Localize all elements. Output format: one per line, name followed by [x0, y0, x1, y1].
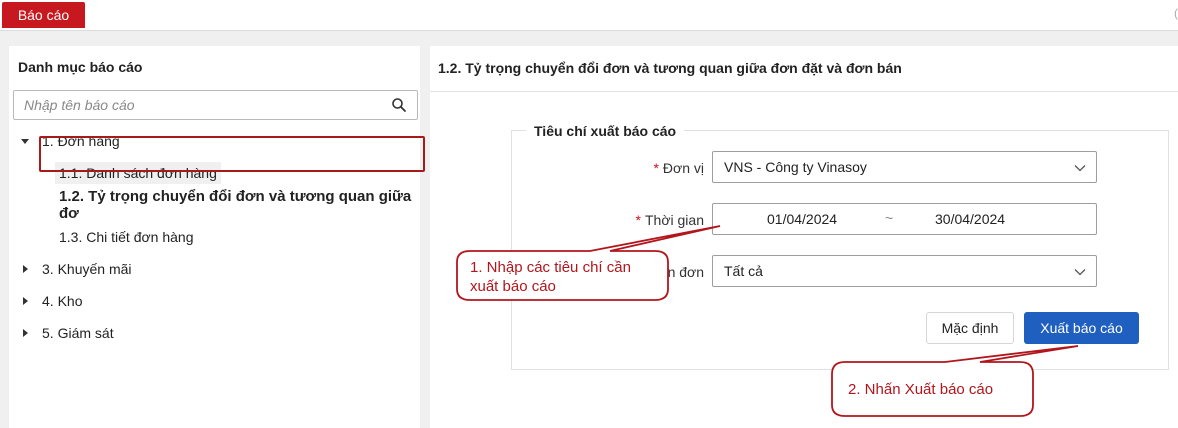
order-type-select[interactable]: Tất cả [712, 255, 1097, 287]
chevron-down-icon [1074, 269, 1086, 276]
export-report-button[interactable]: Xuất báo cáo [1024, 312, 1139, 344]
report-detail-panel: 1.2. Tỷ trọng chuyển đổi đơn và tương qu… [430, 46, 1178, 428]
default-button[interactable]: Mặc định [926, 312, 1014, 344]
report-search-input[interactable] [14, 91, 394, 119]
time-label: * Thời gian [635, 212, 704, 228]
expand-group1-icon[interactable] [20, 136, 30, 146]
unit-select[interactable]: VNS - Công ty Vinasoy [712, 151, 1097, 183]
top-bar: Báo cáo ( [0, 0, 1178, 31]
date-separator: ~ [885, 210, 894, 226]
unit-select-value: VNS - Công ty Vinasoy [724, 159, 867, 175]
expand-group4-icon[interactable] [20, 296, 30, 306]
callout1-text: 1. Nhập các tiêu chí cần xuất báo cáo [470, 259, 631, 295]
expand-group3-icon[interactable] [20, 264, 30, 274]
date-from[interactable]: 01/04/2024 [767, 211, 837, 227]
tree-item-1-2[interactable]: 1.2. Tỷ trọng chuyển đổi đơn và tương qu… [55, 188, 420, 222]
tree-group-khuyen-mai[interactable]: 3. Khuyến mãi [42, 257, 132, 281]
date-range-picker[interactable]: 01/04/2024 ~ 30/04/2024 [712, 203, 1097, 235]
tree-group-giam-sat[interactable]: 5. Giám sát [42, 321, 114, 345]
tree-item-1-3[interactable]: 1.3. Chi tiết đơn hàng [55, 226, 198, 248]
report-title: 1.2. Tỷ trọng chuyển đổi đơn và tương qu… [438, 60, 902, 76]
date-to[interactable]: 30/04/2024 [935, 211, 1005, 227]
search-icon[interactable] [391, 97, 407, 113]
order-type-value: Tất cả [724, 263, 763, 279]
report-search-box [13, 90, 418, 120]
unit-label: * Đơn vị [653, 160, 704, 176]
report-catalog-title: Danh mục báo cáo [18, 59, 143, 75]
top-right-edge-icon: ( [1174, 6, 1178, 20]
selected-report-highlight [39, 136, 425, 172]
callout2-text: 2. Nhấn Xuất báo cáo [848, 381, 994, 398]
report-header: 1.2. Tỷ trọng chuyển đổi đơn và tương qu… [430, 46, 1178, 92]
criteria-legend: Tiêu chí xuất báo cáo [526, 123, 685, 139]
tree-group-kho[interactable]: 4. Kho [42, 289, 82, 313]
expand-group5-icon[interactable] [20, 328, 30, 338]
report-catalog-panel: Danh mục báo cáo 1. Đơn hàng 1.1. Danh s… [9, 46, 420, 428]
chevron-down-icon [1074, 165, 1086, 172]
tab-bao-cao[interactable]: Báo cáo [2, 2, 85, 28]
